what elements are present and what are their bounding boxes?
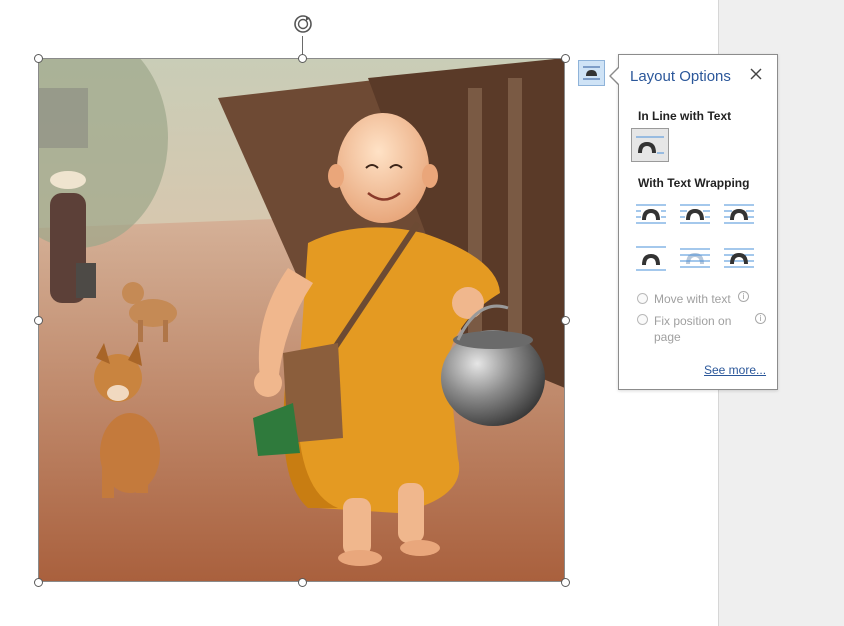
panel-title: Layout Options xyxy=(630,68,731,85)
layout-options-panel: Layout Options In Line with Text With Te… xyxy=(618,54,778,390)
option-top-and-bottom[interactable] xyxy=(633,243,671,277)
resize-handle-bottom-left[interactable] xyxy=(34,578,43,587)
option-in-line-with-text[interactable] xyxy=(631,128,669,162)
resize-handle-top-left[interactable] xyxy=(34,54,43,63)
wrap-tight-icon xyxy=(680,204,710,224)
fix-position-radio[interactable] xyxy=(637,314,648,325)
wrap-section-label: With Text Wrapping xyxy=(638,176,750,190)
resize-handle-bottom-right[interactable] xyxy=(561,578,570,587)
wrap-top-bottom-icon xyxy=(636,246,666,271)
resize-handle-bottom[interactable] xyxy=(298,578,307,587)
wrap-behind-text-icon xyxy=(680,248,710,268)
selected-picture[interactable] xyxy=(38,58,565,582)
monk-child-photo xyxy=(38,58,565,582)
option-square[interactable] xyxy=(633,199,671,233)
fix-position-label-line1: Fix position on xyxy=(654,314,732,328)
move-with-text-radio[interactable] xyxy=(637,293,648,304)
wrap-in-front-icon xyxy=(724,248,754,268)
inline-section-label: In Line with Text xyxy=(638,109,732,123)
info-icon[interactable]: i xyxy=(755,313,766,324)
resize-handle-top[interactable] xyxy=(298,54,307,63)
rotate-handle-icon[interactable] xyxy=(291,12,315,36)
layout-options-icon xyxy=(583,66,600,80)
resize-handle-right[interactable] xyxy=(561,316,570,325)
info-icon[interactable]: i xyxy=(738,291,749,302)
option-tight[interactable] xyxy=(677,199,715,233)
wrap-through-icon xyxy=(724,204,754,224)
move-with-text-label: Move with text xyxy=(654,292,731,306)
panel-caret-inner xyxy=(611,67,620,85)
fix-position-label-line2: page xyxy=(654,330,681,344)
resize-handle-left[interactable] xyxy=(34,316,43,325)
option-through[interactable] xyxy=(721,199,759,233)
option-in-front-of-text[interactable] xyxy=(721,243,759,277)
option-behind-text[interactable] xyxy=(677,243,715,277)
in-line-with-text-icon xyxy=(636,136,664,154)
close-icon[interactable] xyxy=(749,67,763,81)
see-more-link[interactable]: See more... xyxy=(704,363,766,377)
wrap-square-icon xyxy=(636,204,666,224)
resize-handle-top-right[interactable] xyxy=(561,54,570,63)
layout-options-button[interactable] xyxy=(578,60,605,86)
